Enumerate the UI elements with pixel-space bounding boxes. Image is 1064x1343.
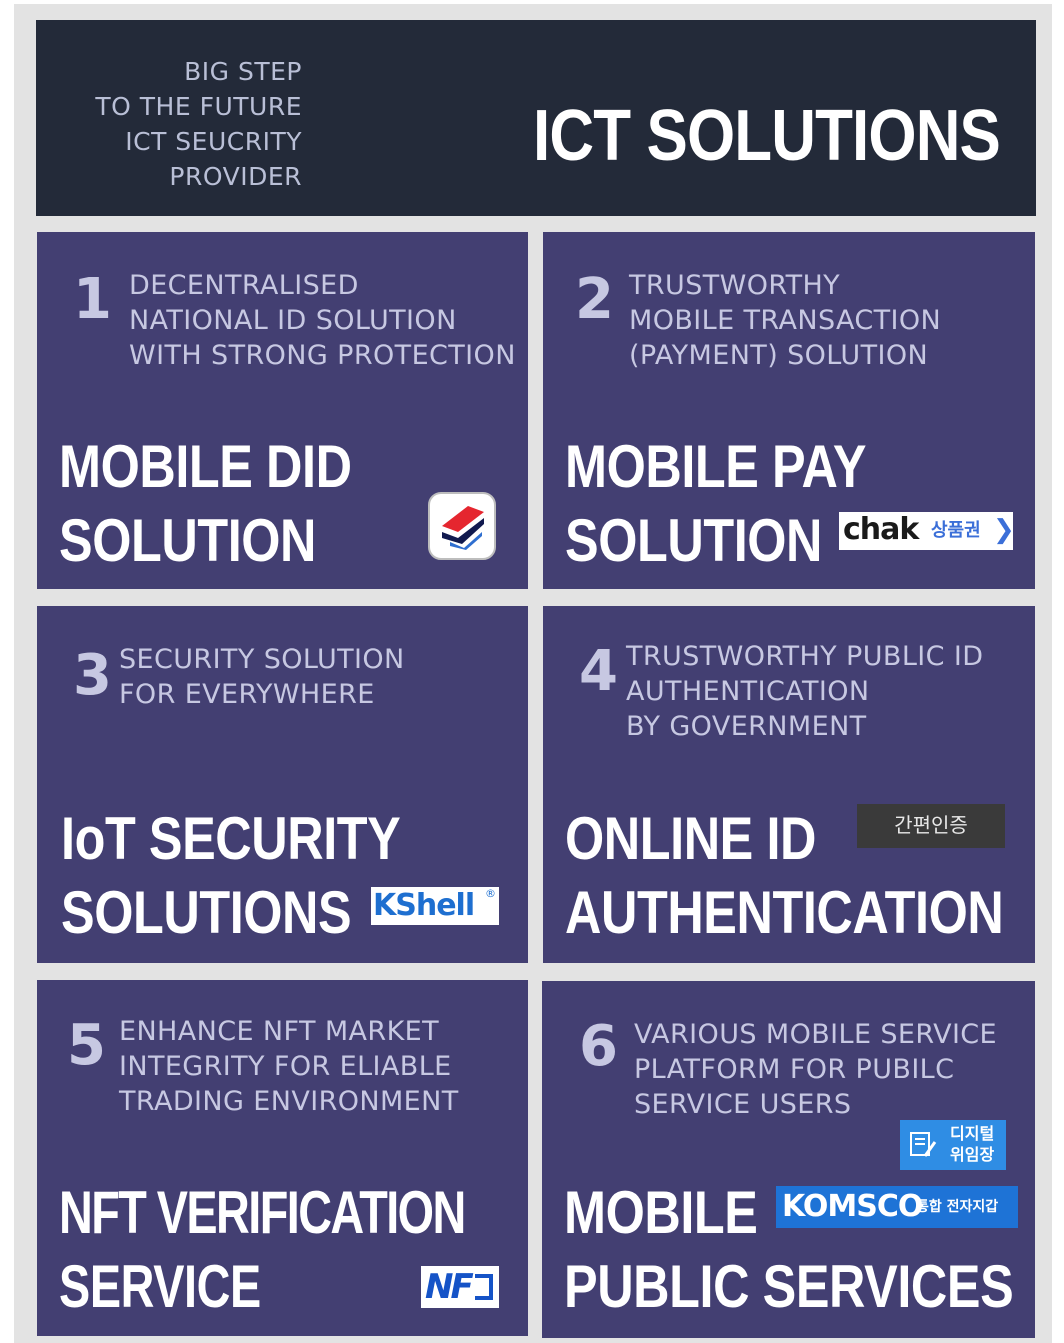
title-line: MOBILE PAY	[565, 433, 867, 500]
tagline-line: BIG STEP	[184, 57, 302, 86]
description-line: WITH STRONG PROTECTION	[129, 340, 516, 371]
chak-voucher-logo: chak 상품권 ❯	[839, 512, 1015, 550]
description-line: INTEGRITY FOR ELIABLE	[119, 1051, 452, 1082]
description-line: BY GOVERNMENT	[626, 711, 867, 742]
registered-mark: ®	[485, 887, 496, 900]
solution-card-mobile-did[interactable]: 1 DECENTRALISED NATIONAL ID SOLUTION WIT…	[37, 232, 528, 589]
description-line: DECENTRALISED	[129, 270, 359, 301]
kshell-brand-text: KShell	[373, 888, 475, 923]
description-line: SERVICE USERS	[634, 1089, 852, 1120]
digital-proxy-badge: 디지털 위임장	[900, 1120, 1006, 1170]
card-number: 2	[575, 267, 614, 332]
title-line: ONLINE ID	[565, 805, 817, 872]
kshell-logo: KShell ®	[371, 887, 499, 925]
card-title: IoT SECURITY SOLUTIONS	[61, 802, 401, 950]
description-line: NATIONAL ID SOLUTION	[129, 305, 457, 336]
title-line: SOLUTION	[565, 507, 823, 574]
description-line: AUTHENTICATION	[626, 676, 870, 707]
header-tagline: BIG STEP TO THE FUTURE ICT SEUCRITY PROV…	[76, 54, 302, 194]
card-description: TRUSTWORTHY PUBLIC ID AUTHENTICATION BY …	[626, 639, 983, 744]
solution-card-iot-security[interactable]: 3 SECURITY SOLUTION FOR EVERYWHERE IoT S…	[37, 606, 528, 963]
description-line: TRADING ENVIRONMENT	[119, 1086, 459, 1117]
solution-card-mobile-pay[interactable]: 2 TRUSTWORTHY MOBILE TRANSACTION (PAYMEN…	[543, 232, 1035, 589]
tagline-line: TO THE FUTURE	[95, 92, 302, 121]
card-title: ONLINE ID AUTHENTICATION	[565, 802, 1004, 950]
document-pen-icon	[908, 1130, 938, 1165]
header-banner: BIG STEP TO THE FUTURE ICT SEUCRITY PROV…	[36, 20, 1036, 216]
card-description: VARIOUS MOBILE SERVICE PLATFORM FOR PUBI…	[634, 1017, 997, 1122]
page-title: ICT SOLUTIONS	[533, 96, 1001, 176]
description-line: PLATFORM FOR PUBILC	[634, 1054, 955, 1085]
card-number: 3	[73, 643, 112, 708]
description-line: FOR EVERYWHERE	[119, 679, 375, 710]
nft-brand-text: NF	[425, 1267, 474, 1307]
badge-line: 위임장	[950, 1145, 995, 1164]
chak-brand-text: chak	[843, 512, 919, 547]
card-title: NFT VERIFICATION SERVICE	[59, 1176, 466, 1324]
description-line: TRUSTWORTHY	[629, 270, 841, 301]
card-description: SECURITY SOLUTION FOR EVERYWHERE	[119, 642, 405, 712]
description-line: (PAYMENT) SOLUTION	[629, 340, 929, 371]
card-description: DECENTRALISED NATIONAL ID SOLUTION WITH …	[129, 268, 516, 373]
nft-mark-icon	[475, 1274, 493, 1300]
description-line: ENHANCE NFT MARKET	[119, 1016, 440, 1047]
card-number: 1	[73, 267, 112, 332]
digital-proxy-label: 디지털 위임장	[950, 1123, 994, 1165]
card-number: 4	[579, 639, 618, 704]
solution-card-mobile-public-services[interactable]: 6 VARIOUS MOBILE SERVICE PLATFORM FOR PU…	[542, 981, 1035, 1338]
description-line: VARIOUS MOBILE SERVICE	[634, 1019, 998, 1050]
card-title: MOBILE PUBLIC SERVICES	[564, 1176, 1014, 1324]
title-line: IoT SECURITY	[61, 805, 401, 872]
title-line: SERVICE	[59, 1253, 261, 1320]
title-line: AUTHENTICATION	[565, 879, 1004, 946]
card-number: 5	[67, 1013, 106, 1078]
card-title: MOBILE DID SOLUTION	[59, 430, 352, 578]
title-line: SOLUTIONS	[61, 879, 352, 946]
title-line: MOBILE	[564, 1179, 758, 1246]
solution-card-nft-verification[interactable]: 5 ENHANCE NFT MARKET INTEGRITY FOR ELIAB…	[37, 980, 528, 1336]
chak-voucher-label: 상품권	[931, 520, 981, 541]
mobile-id-app-icon	[428, 492, 496, 560]
description-line: MOBILE TRANSACTION	[629, 305, 942, 336]
card-title: MOBILE PAY SOLUTION	[565, 430, 866, 578]
description-line: TRUSTWORTHY PUBLIC ID	[626, 641, 984, 672]
tagline-line: ICT SEUCRITY	[125, 127, 302, 156]
card-description: ENHANCE NFT MARKET INTEGRITY FOR ELIABLE…	[119, 1014, 459, 1119]
chevron-right-icon: ❯	[993, 515, 1015, 545]
card-description: TRUSTWORTHY MOBILE TRANSACTION (PAYMENT)…	[629, 268, 941, 373]
badge-line: 디지털	[950, 1124, 995, 1143]
nft-logo: NF	[421, 1266, 499, 1308]
description-line: SECURITY SOLUTION	[119, 644, 405, 675]
card-number: 6	[579, 1014, 618, 1079]
tagline-line: PROVIDER	[169, 162, 302, 191]
title-line: PUBLIC SERVICES	[564, 1253, 1014, 1320]
title-line: SOLUTION	[59, 507, 317, 574]
solution-card-online-id[interactable]: 4 TRUSTWORTHY PUBLIC ID AUTHENTICATION B…	[543, 606, 1035, 963]
title-line: MOBILE DID	[59, 433, 352, 500]
title-line: NFT VERIFICATION	[59, 1179, 466, 1246]
